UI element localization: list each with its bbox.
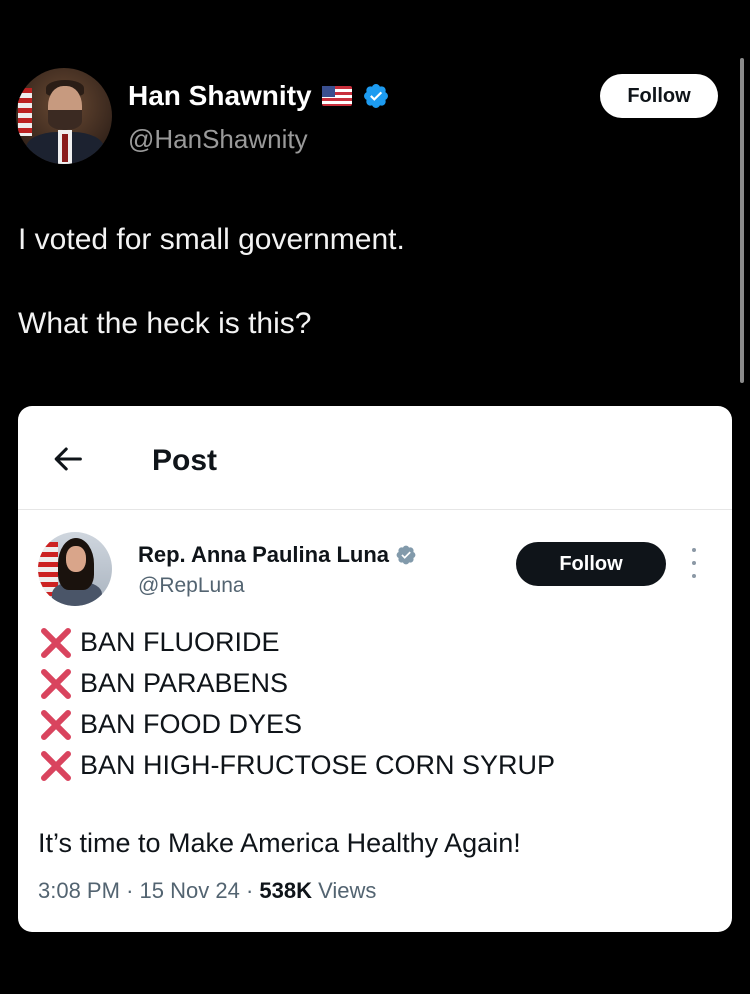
list-item-text: BAN PARABENS	[80, 668, 289, 698]
back-arrow-icon[interactable]	[52, 442, 86, 476]
list-item-text: BAN FOOD DYES	[80, 709, 303, 739]
page-title: Post	[152, 444, 218, 477]
author-name[interactable]: Han Shawnity	[128, 80, 390, 112]
list-item-text: BAN HIGH-FRUCTOSE CORN SYRUP	[80, 750, 556, 780]
post-time[interactable]: 3:08 PM	[38, 878, 120, 903]
cross-mark-icon	[41, 709, 71, 740]
avatar[interactable]	[16, 68, 112, 164]
follow-button[interactable]: Follow	[600, 74, 718, 118]
outer-tweet-header: Han Shawnity @HanShawnity Follow	[16, 66, 728, 166]
scrollbar[interactable]	[740, 58, 744, 383]
author-name-text[interactable]: Han Shawnity	[128, 80, 312, 112]
cross-mark-icon	[41, 750, 71, 781]
post-metadata: 3:08 PM · 15 Nov 24 · 538K Views	[38, 878, 376, 904]
separator-dot: ·	[245, 878, 254, 903]
author-name[interactable]: Rep. Anna Paulina Luna	[138, 542, 417, 568]
verified-badge-icon	[363, 84, 388, 108]
cross-mark-icon	[41, 627, 71, 658]
verified-badge-icon	[396, 545, 416, 565]
views-count[interactable]: 538K	[259, 878, 312, 903]
list-item: BAN FLUORIDE	[38, 622, 555, 663]
list-item: BAN HIGH-FRUCTOSE CORN SYRUP	[38, 745, 555, 786]
tweet-text: I voted for small government. What the h…	[18, 220, 718, 344]
us-flag-icon	[321, 86, 352, 106]
ban-list: BAN FLUORIDE BAN PARABENS BAN FOOD DYES …	[38, 622, 555, 786]
author-handle[interactable]: @HanShawnity	[128, 124, 308, 155]
quoted-post-screenshot[interactable]: Post Rep. Anna Paulina Luna @RepLuna Fol…	[18, 406, 732, 932]
post-tagline: It’s time to Make America Healthy Again!	[38, 828, 521, 858]
list-item-text: BAN FLUORIDE	[80, 627, 280, 657]
author-name-text[interactable]: Rep. Anna Paulina Luna	[138, 542, 389, 568]
tweet-text-line: I voted for small government.	[18, 223, 405, 256]
cross-mark-icon	[41, 668, 71, 699]
views-label: Views	[318, 878, 377, 903]
separator-dot: ·	[126, 878, 134, 903]
post-topbar: Post	[18, 406, 732, 510]
list-item: BAN FOOD DYES	[38, 704, 555, 745]
more-options-icon[interactable]	[690, 548, 698, 578]
tweet-text-line: What the heck is this?	[18, 307, 312, 340]
follow-button[interactable]: Follow	[516, 542, 666, 586]
post-date[interactable]: 15 Nov 24	[140, 878, 240, 903]
list-item: BAN PARABENS	[38, 663, 555, 704]
author-handle[interactable]: @RepLuna	[138, 574, 245, 598]
avatar[interactable]	[38, 532, 112, 606]
